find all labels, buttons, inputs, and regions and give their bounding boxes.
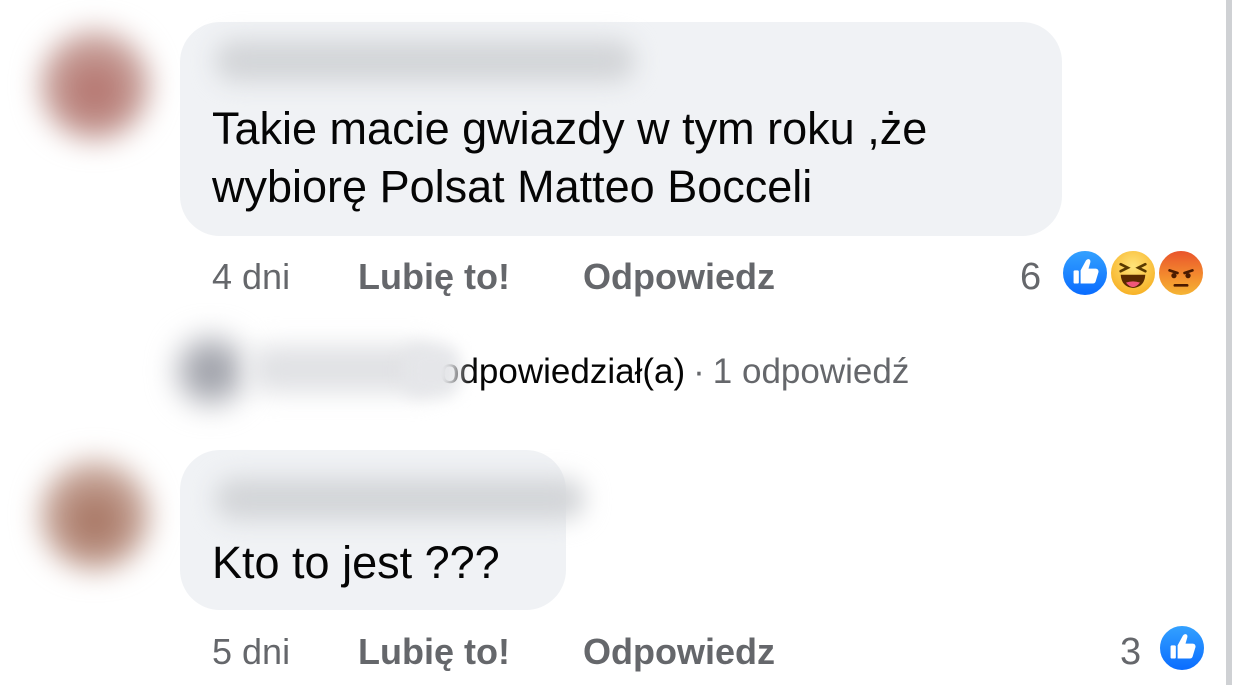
angry-icon[interactable]	[1156, 248, 1206, 298]
blur-cover	[402, 345, 460, 397]
separator-dot: ·	[693, 352, 705, 391]
comment-timestamp[interactable]: 4 dni	[212, 255, 290, 299]
like-icon[interactable]	[1060, 248, 1110, 298]
reaction-count[interactable]: 3	[1120, 630, 1141, 674]
like-icon[interactable]	[1157, 623, 1207, 673]
replies-label: odpowiedział(a)	[440, 352, 686, 391]
replies-count: 1 odpowiedź	[712, 352, 910, 391]
scroll-edge	[1226, 0, 1232, 685]
reaction-count[interactable]: 6	[1020, 255, 1041, 299]
avatar[interactable]	[40, 30, 150, 140]
avatar[interactable]	[40, 460, 150, 570]
author-name[interactable]	[215, 478, 585, 520]
avatar[interactable]	[175, 335, 247, 407]
comment-text-line: Takie macie gwiazdy w tym roku ,że	[212, 103, 928, 154]
reply-button[interactable]: Odpowiedz	[583, 255, 775, 299]
like-button[interactable]: Lubię to!	[358, 630, 510, 674]
comment-timestamp[interactable]: 5 dni	[212, 630, 290, 674]
view-replies-link[interactable]: odpowiedział(a) · 1 odpowiedź	[440, 350, 909, 394]
comment-text: Takie macie gwiazdy w tym roku ,że wybio…	[212, 100, 927, 216]
haha-icon[interactable]	[1108, 248, 1158, 298]
author-name[interactable]	[215, 40, 635, 82]
comments-page: Takie macie gwiazdy w tym roku ,że wybio…	[0, 0, 1242, 685]
comment-text-line: wybiorę Polsat Matteo Bocceli	[212, 161, 813, 212]
reply-button[interactable]: Odpowiedz	[583, 630, 775, 674]
like-button[interactable]: Lubię to!	[358, 255, 510, 299]
comment-text: Kto to jest ???	[212, 537, 500, 588]
